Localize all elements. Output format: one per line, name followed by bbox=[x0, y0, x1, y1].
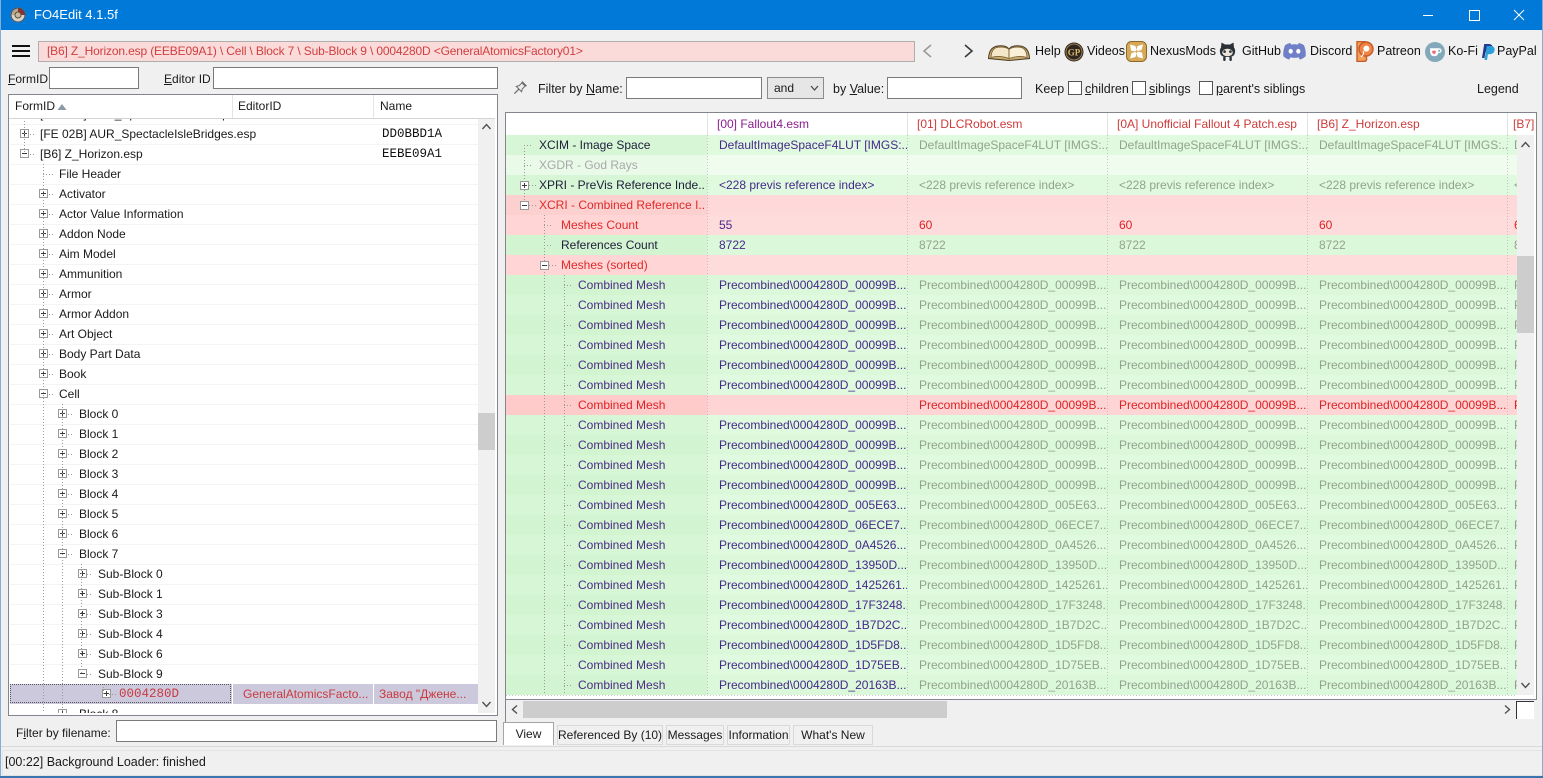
svg-text:GP: GP bbox=[1068, 48, 1081, 58]
